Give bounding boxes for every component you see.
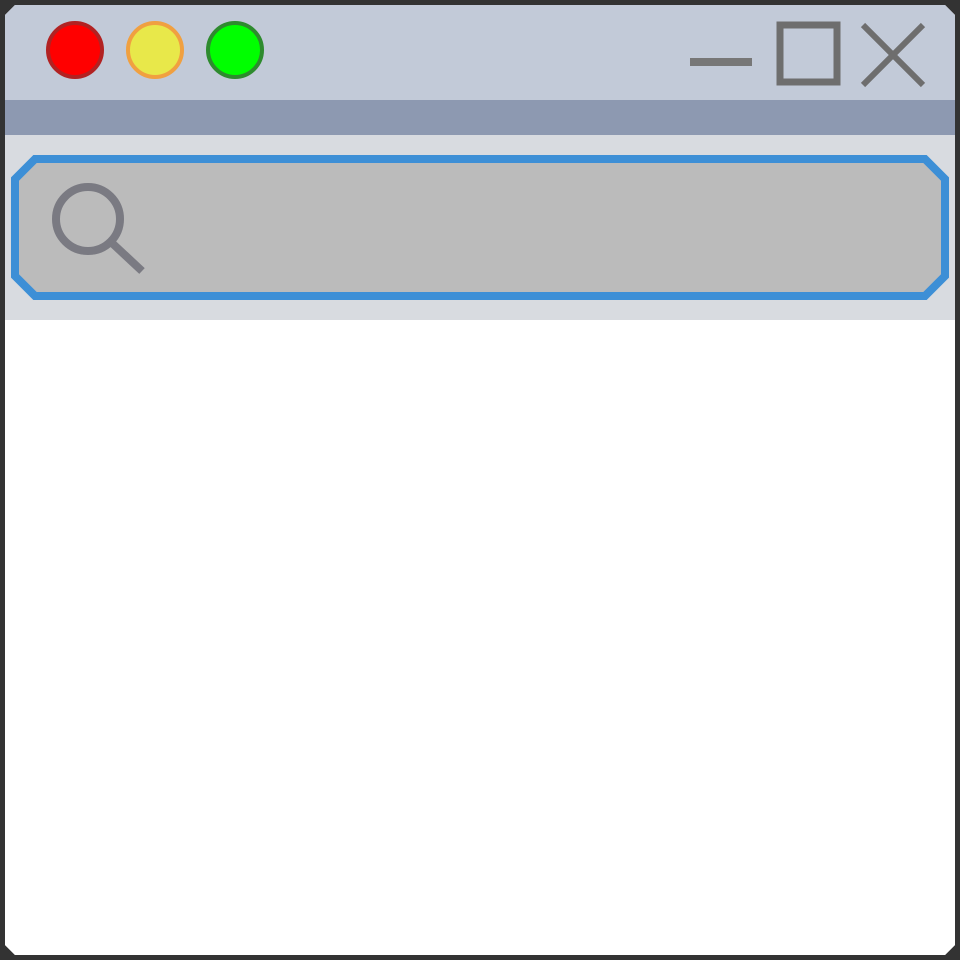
search-icon	[48, 181, 148, 276]
app-window	[5, 5, 955, 955]
maximize-icon	[776, 21, 841, 86]
content-area	[5, 320, 955, 955]
close-button[interactable]	[858, 20, 928, 90]
minimize-button[interactable]	[688, 20, 758, 90]
title-bar[interactable]	[5, 5, 955, 100]
traffic-light-minimize-button[interactable]	[125, 20, 185, 80]
search-bar-area	[5, 135, 955, 320]
traffic-light-close-button[interactable]	[45, 20, 105, 80]
search-field[interactable]	[10, 155, 950, 300]
traffic-light-zoom-button[interactable]	[205, 20, 265, 80]
toolbar-strip	[5, 100, 955, 135]
search-input[interactable]	[150, 185, 924, 272]
close-icon	[860, 22, 926, 88]
minimize-icon	[690, 58, 752, 66]
maximize-button[interactable]	[775, 20, 845, 90]
